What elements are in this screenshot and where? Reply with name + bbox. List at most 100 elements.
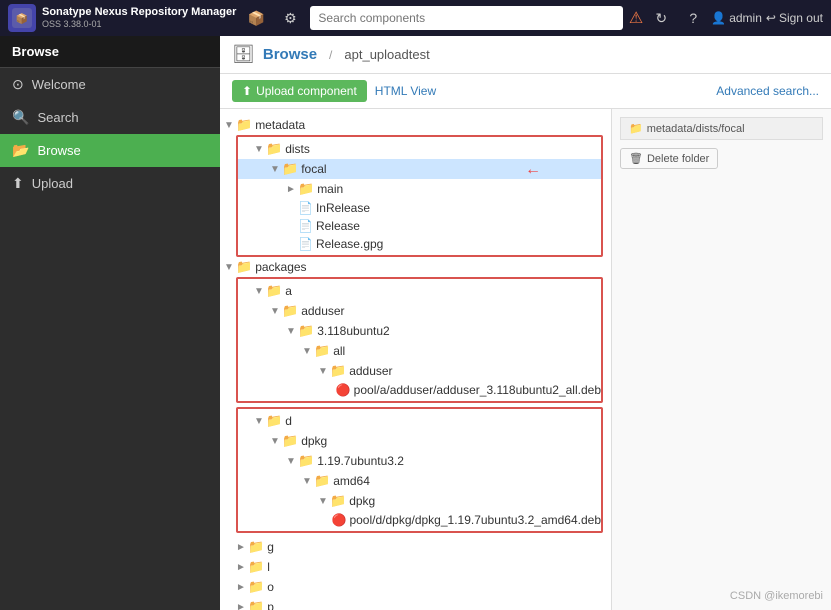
tree-panel[interactable]: ▼ 📁 metadata ▼ 📁 dists bbox=[220, 109, 611, 610]
folder-icon-dpkg: 📁 bbox=[282, 433, 298, 449]
toggle-dpkg-deb bbox=[321, 515, 331, 526]
tree-row-metadata[interactable]: ▼ 📁 metadata bbox=[220, 115, 611, 135]
help-icon[interactable]: ? bbox=[679, 4, 707, 32]
tree-row-release[interactable]: 📄 Release bbox=[238, 217, 601, 235]
folder-icon-dists: 📁 bbox=[266, 141, 282, 157]
user-label: 👤 admin bbox=[711, 11, 762, 25]
toggle-amd64[interactable]: ▼ bbox=[302, 476, 314, 487]
toggle-dists[interactable]: ▼ bbox=[254, 144, 266, 155]
home-icon-btn[interactable]: 📦 bbox=[242, 4, 270, 32]
tree-label-dpkg: dpkg bbox=[301, 434, 327, 448]
sidebar-item-search[interactable]: 🔍 Search bbox=[0, 101, 220, 134]
sidebar-label-search: Search bbox=[37, 110, 78, 125]
folder-icon-all: 📁 bbox=[314, 343, 330, 359]
app-title-block: Sonatype Nexus Repository Manager OSS 3.… bbox=[42, 5, 236, 31]
tree-row-focal[interactable]: ▼ 📁 focal ← bbox=[238, 159, 601, 179]
toggle-dpkg2[interactable]: ▼ bbox=[318, 496, 330, 507]
toggle-l[interactable]: ► bbox=[236, 562, 248, 573]
tree-row-l[interactable]: ► 📁 l bbox=[220, 557, 611, 577]
tree-row-a[interactable]: ▼ 📁 a bbox=[238, 281, 601, 301]
file-icon-release: 📄 bbox=[298, 219, 313, 233]
toggle-adduser2[interactable]: ▼ bbox=[318, 366, 330, 377]
toggle-adduser[interactable]: ▼ bbox=[270, 306, 282, 317]
arrow-annotation: ← bbox=[525, 161, 541, 179]
sidebar-item-browse[interactable]: 📂 Browse bbox=[0, 134, 220, 167]
toggle-a[interactable]: ▼ bbox=[254, 286, 266, 297]
alert-icon[interactable]: ⚠ bbox=[629, 8, 643, 28]
advanced-search-link[interactable]: Advanced search... bbox=[716, 84, 819, 98]
tree-label-release-gpg: Release.gpg bbox=[316, 237, 383, 251]
toggle-metadata[interactable]: ▼ bbox=[224, 120, 236, 131]
tree-row-adduser[interactable]: ▼ 📁 adduser bbox=[238, 301, 601, 321]
upload-component-button[interactable]: ⬆ Upload component bbox=[232, 80, 367, 102]
main-layout: Browse ⊙ Welcome 🔍 Search 📂 Browse ⬆ Upl… bbox=[0, 36, 831, 610]
tree-row-g[interactable]: ► 📁 g bbox=[220, 537, 611, 557]
toggle-p[interactable]: ► bbox=[236, 602, 248, 610]
signout-button[interactable]: ↩ Sign out bbox=[766, 11, 823, 25]
tree-row-dpkg[interactable]: ▼ 📁 dpkg bbox=[238, 431, 601, 451]
tree-label-release: Release bbox=[316, 219, 360, 233]
tree-row-dpkg2[interactable]: ▼ 📁 dpkg bbox=[238, 491, 601, 511]
tree-row-o[interactable]: ► 📁 o bbox=[220, 577, 611, 597]
toggle-o[interactable]: ► bbox=[236, 582, 248, 593]
sidebar-label-browse: Browse bbox=[37, 143, 80, 158]
refresh-icon[interactable]: ↻ bbox=[647, 4, 675, 32]
tree-row-adduser2[interactable]: ▼ 📁 adduser bbox=[238, 361, 601, 381]
tree-row-main[interactable]: ► 📁 main bbox=[238, 179, 601, 199]
folder-icon-a: 📁 bbox=[266, 283, 282, 299]
tree-row-3118ubuntu2[interactable]: ▼ 📁 3.118ubuntu2 bbox=[238, 321, 601, 341]
folder-icon-focal: 📁 bbox=[282, 161, 298, 177]
html-view-button[interactable]: HTML View bbox=[375, 84, 436, 98]
package-icon-adduser-deb: 🔴 bbox=[336, 383, 351, 397]
toggle-g[interactable]: ► bbox=[236, 542, 248, 553]
tree-row-amd64[interactable]: ▼ 📁 amd64 bbox=[238, 471, 601, 491]
toggle-all[interactable]: ▼ bbox=[302, 346, 314, 357]
top-navigation: 📦 Sonatype Nexus Repository Manager OSS … bbox=[0, 0, 831, 36]
folder-icon-3118: 📁 bbox=[298, 323, 314, 339]
sidebar-item-upload[interactable]: ⬆ Upload bbox=[0, 167, 220, 200]
tree-row-packages[interactable]: ▼ 📁 packages bbox=[220, 257, 611, 277]
toggle-dpkg[interactable]: ▼ bbox=[270, 436, 282, 447]
tree-row-p[interactable]: ► 📁 p bbox=[220, 597, 611, 610]
tree-row-release-gpg[interactable]: 📄 Release.gpg bbox=[238, 235, 601, 253]
breadcrumb-sep: / bbox=[329, 48, 332, 62]
tree-label-p: p bbox=[267, 600, 274, 610]
folder-icon-g: 📁 bbox=[248, 539, 264, 555]
topnav-right: ⚠ ↻ ? 👤 admin ↩ Sign out bbox=[629, 4, 823, 32]
sidebar-item-welcome[interactable]: ⊙ Welcome bbox=[0, 68, 220, 101]
tree-label-1197: 1.19.7ubuntu3.2 bbox=[317, 454, 404, 468]
logo-icon: 📦 bbox=[8, 4, 36, 32]
tree-label-d: d bbox=[285, 414, 292, 428]
tree-label-all: all bbox=[333, 344, 345, 358]
toggle-release-gpg bbox=[286, 239, 298, 250]
tree-node-metadata: ▼ 📁 metadata ▼ 📁 dists bbox=[220, 115, 611, 257]
tree-row-d[interactable]: ▼ 📁 d bbox=[238, 411, 601, 431]
upload-icon: ⬆ bbox=[12, 175, 24, 192]
welcome-icon: ⊙ bbox=[12, 76, 24, 93]
signout-label: Sign out bbox=[779, 11, 823, 25]
toggle-focal[interactable]: ▼ bbox=[270, 164, 282, 175]
browse-header: 🗄 Browse / apt_uploadtest bbox=[220, 36, 831, 74]
toggle-d[interactable]: ▼ bbox=[254, 416, 266, 427]
tree-row-inrelease[interactable]: 📄 InRelease bbox=[238, 199, 601, 217]
tree-label-o: o bbox=[267, 580, 274, 594]
toggle-main[interactable]: ► bbox=[286, 184, 298, 195]
tree-row-dists[interactable]: ▼ 📁 dists bbox=[238, 139, 601, 159]
tree-label-3118: 3.118ubuntu2 bbox=[317, 324, 390, 338]
tree-row-dpkg-deb[interactable]: 🔴 pool/d/dpkg/dpkg_1.19.7ubuntu3.2_amd64… bbox=[238, 511, 601, 529]
toggle-3118[interactable]: ▼ bbox=[286, 326, 298, 337]
delete-folder-button[interactable]: 🗑 Delete folder bbox=[620, 148, 718, 169]
tree-row-all[interactable]: ▼ 📁 all bbox=[238, 341, 601, 361]
settings-icon-btn[interactable]: ⚙ bbox=[276, 4, 304, 32]
browse-title: Browse bbox=[263, 46, 317, 63]
sidebar-header: Browse bbox=[0, 36, 220, 68]
upload-btn-icon: ⬆ bbox=[242, 84, 252, 98]
tree-label-a: a bbox=[285, 284, 292, 298]
tree-row-1197[interactable]: ▼ 📁 1.19.7ubuntu3.2 bbox=[238, 451, 601, 471]
toggle-1197[interactable]: ▼ bbox=[286, 456, 298, 467]
tree-row-adduser-deb[interactable]: 🔴 pool/a/adduser/adduser_3.118ubuntu2_al… bbox=[238, 381, 601, 399]
search-input[interactable] bbox=[310, 6, 623, 30]
folder-icon-o: 📁 bbox=[248, 579, 264, 595]
right-panel-path: 📁 metadata/dists/focal bbox=[620, 117, 823, 140]
toggle-packages[interactable]: ▼ bbox=[224, 262, 236, 273]
